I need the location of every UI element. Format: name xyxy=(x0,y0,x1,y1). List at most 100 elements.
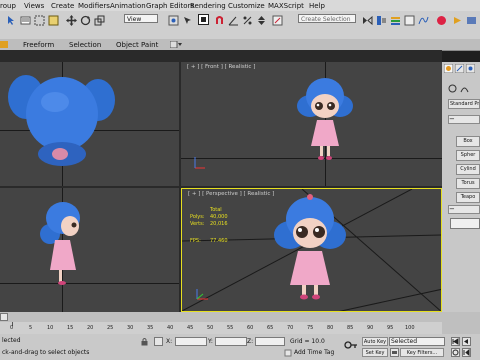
character-top-view xyxy=(8,75,115,166)
previous-frame-icon[interactable] xyxy=(462,337,471,346)
move-icon[interactable] xyxy=(66,15,77,26)
select-by-name-icon[interactable] xyxy=(20,15,31,26)
front-axis-tripod-icon xyxy=(194,157,205,169)
object-type-rollout[interactable]: − xyxy=(448,115,480,124)
shapes-category-icon[interactable] xyxy=(460,84,469,93)
menu-item-maxscript[interactable]: MAXScript xyxy=(268,2,304,10)
set-key-button[interactable]: Set Key xyxy=(362,348,388,357)
z-coordinate-field[interactable] xyxy=(255,337,285,346)
tick-label: 85 xyxy=(347,325,354,331)
render-icon[interactable] xyxy=(466,15,477,26)
mirror-icon[interactable] xyxy=(362,15,373,26)
time-config-icon[interactable] xyxy=(451,348,460,357)
time-slider-thumb[interactable] xyxy=(0,313,8,321)
name-and-color-rollout[interactable]: − xyxy=(448,205,480,214)
select-manipulate-icon[interactable] xyxy=(182,15,193,26)
material-editor-icon[interactable] xyxy=(436,15,447,26)
torus-button[interactable]: Torus xyxy=(456,178,480,189)
rotate-icon[interactable] xyxy=(80,15,91,26)
percent-snap-icon[interactable] xyxy=(242,15,253,26)
z-label: Z: xyxy=(247,338,254,345)
menu-item-help[interactable]: Help xyxy=(309,2,325,10)
rect-selection-icon[interactable] xyxy=(34,15,45,26)
scale-icon[interactable] xyxy=(94,15,105,26)
absolute-mode-icon[interactable] xyxy=(154,337,163,346)
add-time-tag-button[interactable]: Add Time Tag xyxy=(294,349,334,356)
viewport-left[interactable] xyxy=(0,188,179,312)
time-slider[interactable] xyxy=(0,312,442,322)
create-tab-icon[interactable] xyxy=(444,64,453,73)
menu-item-views[interactable]: Views xyxy=(24,2,44,10)
y-label: Y: xyxy=(208,338,213,345)
pivot-icon[interactable] xyxy=(168,15,179,26)
edit-named-selection-icon[interactable] xyxy=(272,15,283,26)
character-front-view xyxy=(297,78,353,160)
tick-label: 25 xyxy=(107,325,114,331)
graphite-tools-icon[interactable] xyxy=(404,15,415,26)
track-bar[interactable]: 0 5 10 15 20 25 30 35 40 45 50 55 60 65 … xyxy=(0,322,442,334)
angle-snap-icon[interactable] xyxy=(228,15,239,26)
object-name-field[interactable] xyxy=(450,218,480,229)
tick-label: 80 xyxy=(327,325,334,331)
window-crossing-icon[interactable] xyxy=(48,15,59,26)
auto-key-button[interactable]: Auto Key xyxy=(362,337,388,346)
y-coordinate-field[interactable] xyxy=(215,337,247,346)
tick-label: 70 xyxy=(287,325,294,331)
reference-coordinate-dropdown[interactable]: View xyxy=(124,14,158,23)
viewport-front[interactable]: [ + ] [ Front ] [ Realistic ] xyxy=(181,62,442,186)
geometry-category-icon[interactable] xyxy=(448,84,457,93)
ribbon-options-icon[interactable] xyxy=(170,41,182,48)
set-key-icon[interactable] xyxy=(344,340,358,350)
key-filters-button[interactable]: Key Filters... xyxy=(400,348,444,357)
menu-item-modifiers[interactable]: Modifiers xyxy=(78,2,110,10)
prompt-line: ck-and-drag to select objects xyxy=(2,349,90,356)
menu-item-group[interactable]: roup xyxy=(0,2,16,10)
menu-item-create[interactable]: Create xyxy=(51,2,74,10)
tick-label: 55 xyxy=(227,325,234,331)
hierarchy-tab-icon[interactable] xyxy=(466,64,475,73)
tab-freeform[interactable]: Freeform xyxy=(23,41,54,49)
render-setup-icon[interactable] xyxy=(452,15,463,26)
x-coordinate-field[interactable] xyxy=(175,337,207,346)
sphere-button[interactable]: Spher xyxy=(456,150,480,161)
select-object-icon[interactable] xyxy=(6,15,17,26)
align-icon[interactable] xyxy=(376,15,387,26)
ribbon-modeling-icon[interactable] xyxy=(0,40,9,49)
tick-label: 75 xyxy=(307,325,314,331)
box-button[interactable]: Box xyxy=(456,136,480,147)
teapot-button[interactable]: Teapo xyxy=(456,192,480,203)
character-side-view xyxy=(40,202,80,285)
perspective-axis-tripod-icon xyxy=(196,289,208,300)
keyboard-shortcut-icon[interactable] xyxy=(198,14,209,25)
primitive-type-dropdown[interactable]: Standard Pri xyxy=(448,99,480,109)
spinner-snap-icon[interactable] xyxy=(256,15,267,26)
tick-label: 60 xyxy=(247,325,254,331)
add-time-tag-icon[interactable] xyxy=(284,349,292,357)
tick-label: 10 xyxy=(47,325,54,331)
timeline-right-area xyxy=(442,312,480,334)
go-to-start-icon[interactable] xyxy=(451,337,460,346)
viewport-top[interactable] xyxy=(0,62,179,186)
key-filters-icon[interactable] xyxy=(390,348,399,357)
selection-lock-icon[interactable] xyxy=(140,337,149,346)
tab-object-paint[interactable]: Object Paint xyxy=(116,41,158,49)
snap-toggle-icon[interactable] xyxy=(214,15,225,26)
tick-label: 50 xyxy=(207,325,214,331)
tick-label: 5 xyxy=(29,325,33,331)
menu-item-animation[interactable]: Animation xyxy=(110,2,146,10)
tick-label: 45 xyxy=(187,325,194,331)
key-mode-toggle-icon[interactable] xyxy=(462,348,471,357)
cylinder-button[interactable]: Cylind xyxy=(456,164,480,175)
menu-item-rendering[interactable]: Rendering xyxy=(190,2,226,10)
modify-tab-icon[interactable] xyxy=(455,64,464,73)
tick-label: 90 xyxy=(367,325,374,331)
tab-selection[interactable]: Selection xyxy=(69,41,101,49)
named-selection-sets-dropdown[interactable]: Create Selection Se xyxy=(298,14,356,23)
layer-manager-icon[interactable] xyxy=(390,15,401,26)
curve-editor-icon[interactable] xyxy=(418,15,429,26)
menu-item-customize[interactable]: Customize xyxy=(228,2,265,10)
key-mode-dropdown[interactable]: Selected xyxy=(389,337,445,346)
viewport-perspective[interactable]: [ + ] [ Perspective ] [ Realistic ] Tota… xyxy=(181,188,442,312)
command-panel: Standard Pri − Box Spher Cylind Torus Te… xyxy=(442,62,480,320)
menu-item-graph-editors[interactable]: Graph Editors xyxy=(146,2,194,10)
